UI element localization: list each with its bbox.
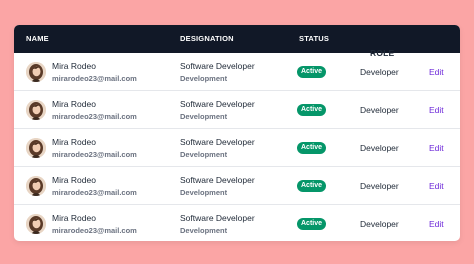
edit-link[interactable]: Edit (429, 181, 444, 191)
status-badge: Active (297, 104, 327, 116)
edit-link[interactable]: Edit (429, 67, 444, 77)
user-role: Developer (360, 67, 399, 77)
user-role: Developer (360, 181, 399, 191)
user-role: Developer (360, 143, 399, 153)
status-badge: Active (297, 218, 327, 230)
user-name: Mira Rodeo (52, 213, 96, 223)
user-avatar (26, 100, 46, 120)
user-avatar (26, 138, 46, 158)
user-avatar (26, 62, 46, 82)
user-email: mirarodeo23@mail.com (52, 150, 137, 159)
designation-title: Software Developer (180, 213, 255, 223)
user-email: mirarodeo23@mail.com (52, 188, 137, 197)
status-badge: Active (297, 142, 327, 154)
user-role: Developer (360, 105, 399, 115)
avatar-photo-icon (26, 176, 46, 196)
user-avatar (26, 176, 46, 196)
edit-link[interactable]: Edit (429, 143, 444, 153)
table-header: NAME DESIGNATION STATUS ROLE (14, 25, 460, 58)
table-row: Mira Rodeo mirarodeo23@mail.com Software… (14, 205, 460, 241)
user-email: mirarodeo23@mail.com (52, 74, 137, 83)
designation-department: Development (180, 150, 228, 159)
designation-title: Software Developer (180, 61, 255, 71)
designation-department: Development (180, 188, 228, 197)
user-role: Developer (360, 219, 399, 229)
status-badge: Active (297, 180, 327, 192)
user-email: mirarodeo23@mail.com (52, 112, 137, 121)
header-name: NAME (26, 34, 49, 43)
avatar-photo-icon (26, 138, 46, 158)
users-table: NAME DESIGNATION STATUS ROLE Mira Rodeo … (14, 25, 460, 241)
user-name: Mira Rodeo (52, 99, 96, 109)
status-badge: Active (297, 66, 327, 78)
designation-department: Development (180, 226, 228, 235)
table-row: Mira Rodeo mirarodeo23@mail.com Software… (14, 91, 460, 129)
edit-link[interactable]: Edit (429, 105, 444, 115)
designation-title: Software Developer (180, 99, 255, 109)
avatar-photo-icon (26, 62, 46, 82)
user-email: mirarodeo23@mail.com (52, 226, 137, 235)
table-row: Mira Rodeo mirarodeo23@mail.com Software… (14, 53, 460, 91)
designation-title: Software Developer (180, 137, 255, 147)
table-row: Mira Rodeo mirarodeo23@mail.com Software… (14, 167, 460, 205)
user-name: Mira Rodeo (52, 137, 96, 147)
designation-department: Development (180, 74, 228, 83)
user-name: Mira Rodeo (52, 175, 96, 185)
header-designation: DESIGNATION (180, 34, 234, 43)
table-row: Mira Rodeo mirarodeo23@mail.com Software… (14, 129, 460, 167)
avatar-photo-icon (26, 214, 46, 234)
edit-link[interactable]: Edit (429, 219, 444, 229)
designation-department: Development (180, 112, 228, 121)
header-status: STATUS (299, 34, 330, 43)
designation-title: Software Developer (180, 175, 255, 185)
avatar-photo-icon (26, 100, 46, 120)
user-name: Mira Rodeo (52, 61, 96, 71)
user-avatar (26, 214, 46, 234)
